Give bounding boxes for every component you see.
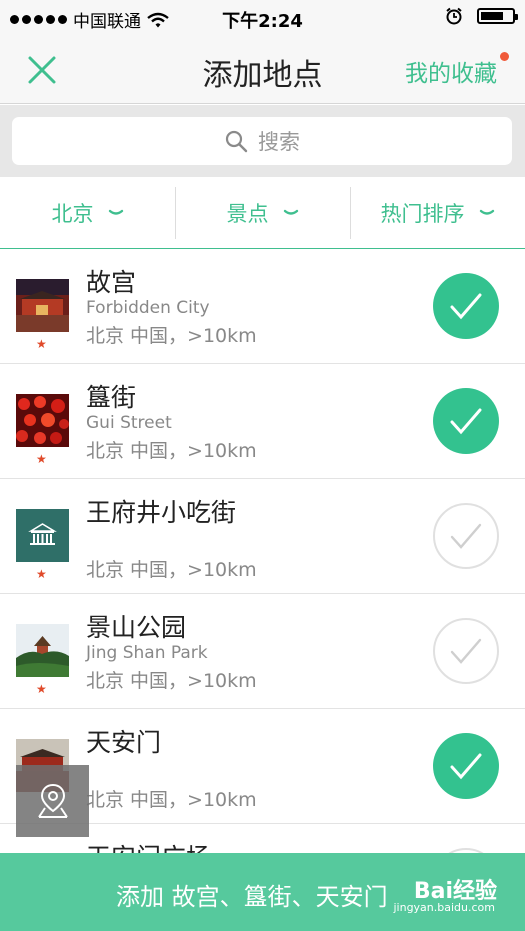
place-location: 北京 中国，>10km (86, 670, 257, 692)
list-item[interactable]: ★ 景山公园 Jing Shan Park 北京 中国，>10km (0, 594, 525, 709)
filter-category-label: 景点 (226, 201, 269, 226)
search-placeholder: 搜索 (258, 130, 300, 154)
place-english-name: Forbidden City (86, 298, 210, 318)
place-name: 景山公园 (86, 613, 187, 642)
place-english-name: Gui Street (86, 413, 172, 433)
list-item[interactable]: ★ 王府井小吃街 北京 中国，>10km (0, 479, 525, 594)
filter-sort-label: 热门排序 (380, 201, 465, 226)
select-toggle[interactable] (433, 733, 499, 799)
nav-bar: 添加地点 我的收藏 (0, 36, 525, 104)
list-item[interactable]: ★ 故宫 Forbidden City 北京 中国，>10km (0, 249, 525, 364)
select-toggle[interactable] (433, 503, 499, 569)
star-icon: ★ (36, 337, 47, 351)
chevron-down-icon (479, 209, 494, 215)
place-location: 北京 中国，>10km (86, 325, 257, 347)
place-name: 天安门 (86, 728, 162, 757)
forbidden-city-photo (16, 279, 69, 332)
place-location: 北京 中国，>10km (86, 559, 257, 581)
filter-sort[interactable]: 热门排序 (350, 177, 525, 248)
search-input[interactable]: 搜索 (12, 117, 512, 165)
status-right (445, 7, 518, 25)
place-location: 北京 中国，>10km (86, 789, 257, 811)
checkmark-icon (450, 523, 482, 549)
select-toggle[interactable] (433, 273, 499, 339)
chevron-down-icon (283, 209, 298, 215)
jingshan-park-photo (16, 624, 69, 677)
select-toggle[interactable] (433, 388, 499, 454)
status-bar: 中国联通 下午2:24 (0, 0, 525, 36)
map-pin-icon (37, 783, 68, 818)
notification-dot (500, 52, 509, 61)
search-icon (225, 130, 248, 153)
checkmark-icon (450, 293, 482, 320)
gui-street-photo (16, 394, 69, 447)
place-english-name: Jing Shan Park (86, 643, 208, 663)
place-name: 簋街 (86, 383, 137, 412)
landmark-icon (16, 509, 69, 562)
filter-city[interactable]: 北京 (0, 177, 175, 248)
place-name: 故宫 (86, 268, 137, 297)
list-item[interactable]: ★ 簋街 Gui Street 北京 中国，>10km (0, 364, 525, 479)
select-toggle[interactable] (433, 618, 499, 684)
checkmark-icon (450, 638, 482, 664)
filter-city-label: 北京 (51, 201, 94, 226)
star-icon: ★ (36, 682, 47, 696)
favorites-button[interactable]: 我的收藏 (405, 54, 497, 88)
star-icon: ★ (36, 567, 47, 581)
map-button[interactable] (16, 765, 89, 837)
star-icon: ★ (36, 452, 47, 466)
place-location: 北京 中国，>10km (86, 440, 257, 462)
chevron-down-icon (108, 209, 123, 215)
checkmark-icon (450, 753, 482, 780)
filter-category[interactable]: 景点 (175, 177, 350, 248)
watermark-url: jingyan.baidu.com (393, 901, 495, 914)
place-name: 王府井小吃街 (86, 498, 237, 527)
add-selected-button[interactable]: 添加 故宫、簋街、天安门 (116, 877, 388, 912)
battery-icon (477, 8, 518, 24)
bottom-action-bar[interactable]: 添加 故宫、簋街、天安门 Bai经验 jingyan.baidu.com (0, 853, 525, 931)
filter-bar: 北京 景点 热门排序 (0, 177, 525, 249)
search-area: 搜索 (0, 105, 525, 177)
checkmark-icon (450, 408, 482, 435)
alarm-icon (446, 7, 462, 25)
